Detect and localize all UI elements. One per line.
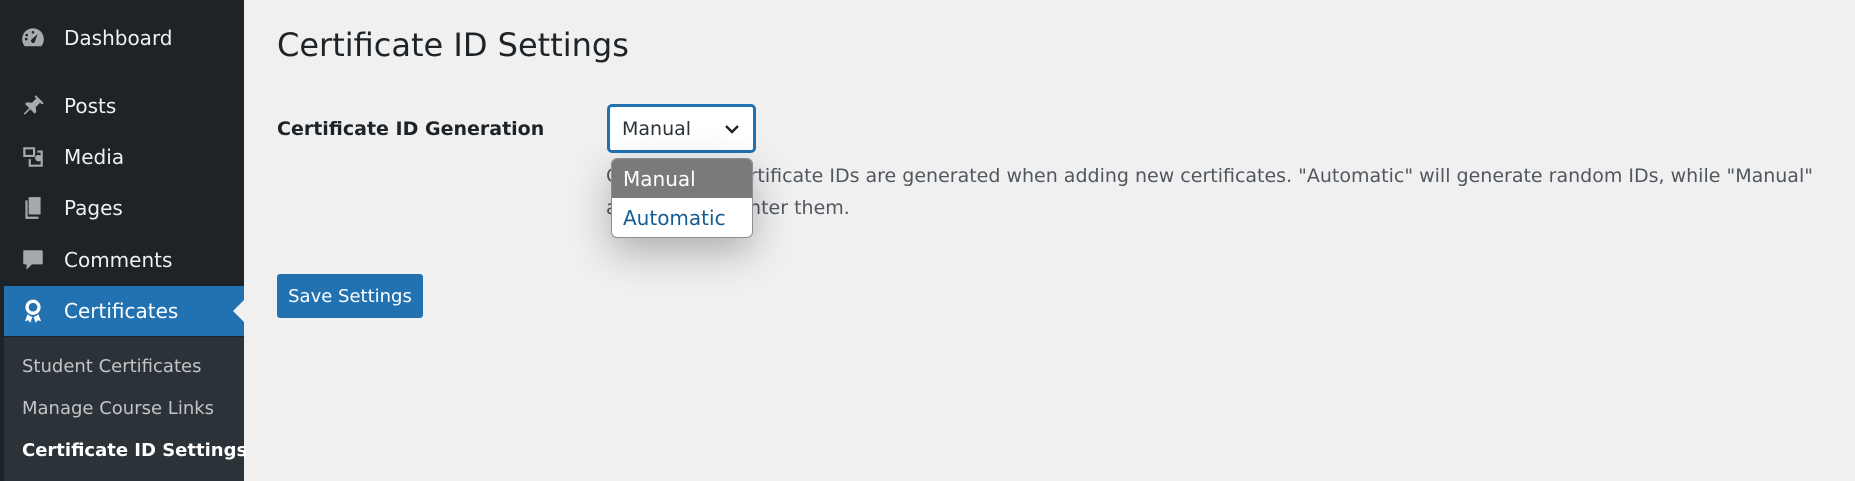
dashboard-icon: [20, 25, 46, 51]
admin-sidebar: Dashboard Posts Media Pages Comments Cer…: [0, 0, 247, 481]
award-icon: [20, 298, 46, 324]
page-title: Certificate ID Settings: [277, 26, 629, 64]
menu-item-label: Pages: [64, 196, 123, 220]
menu-item-comments[interactable]: Comments: [4, 235, 244, 285]
option-manual[interactable]: Manual: [612, 159, 752, 198]
certificate-id-generation-label: Certificate ID Generation: [277, 118, 545, 140]
chevron-down-icon: [723, 120, 741, 138]
option-automatic[interactable]: Automatic: [612, 198, 752, 237]
media-icon: [20, 144, 46, 170]
submenu-item-certificate-id-settings[interactable]: Certificate ID Settings: [22, 440, 247, 461]
pushpin-icon: [20, 93, 46, 119]
submenu-item-manage-course-links[interactable]: Manage Course Links: [22, 398, 214, 419]
menu-item-label: Certificates: [64, 299, 179, 323]
select-dropdown-list: Manual Automatic: [611, 158, 753, 238]
menu-item-certificates[interactable]: Certificates: [4, 286, 244, 336]
menu-item-media[interactable]: Media: [4, 132, 244, 182]
menu-item-pages[interactable]: Pages: [4, 183, 244, 233]
pages-icon: [20, 195, 46, 221]
menu-item-label: Dashboard: [64, 26, 173, 50]
menu-item-dashboard[interactable]: Dashboard: [4, 13, 244, 63]
select-value: Manual: [622, 117, 692, 140]
menu-item-label: Comments: [64, 248, 173, 272]
menu-item-label: Posts: [64, 94, 117, 118]
certificate-id-generation-select[interactable]: Manual: [608, 105, 755, 152]
save-settings-button[interactable]: Save Settings: [277, 274, 423, 318]
menu-item-label: Media: [64, 145, 125, 169]
field-description: Choose how certificate IDs are generated…: [606, 165, 1813, 219]
certificates-submenu: Student Certificates Manage Course Links…: [4, 337, 247, 481]
comment-icon: [20, 247, 46, 273]
menu-item-posts[interactable]: Posts: [4, 81, 244, 131]
submenu-item-student-certificates[interactable]: Student Certificates: [22, 356, 201, 377]
